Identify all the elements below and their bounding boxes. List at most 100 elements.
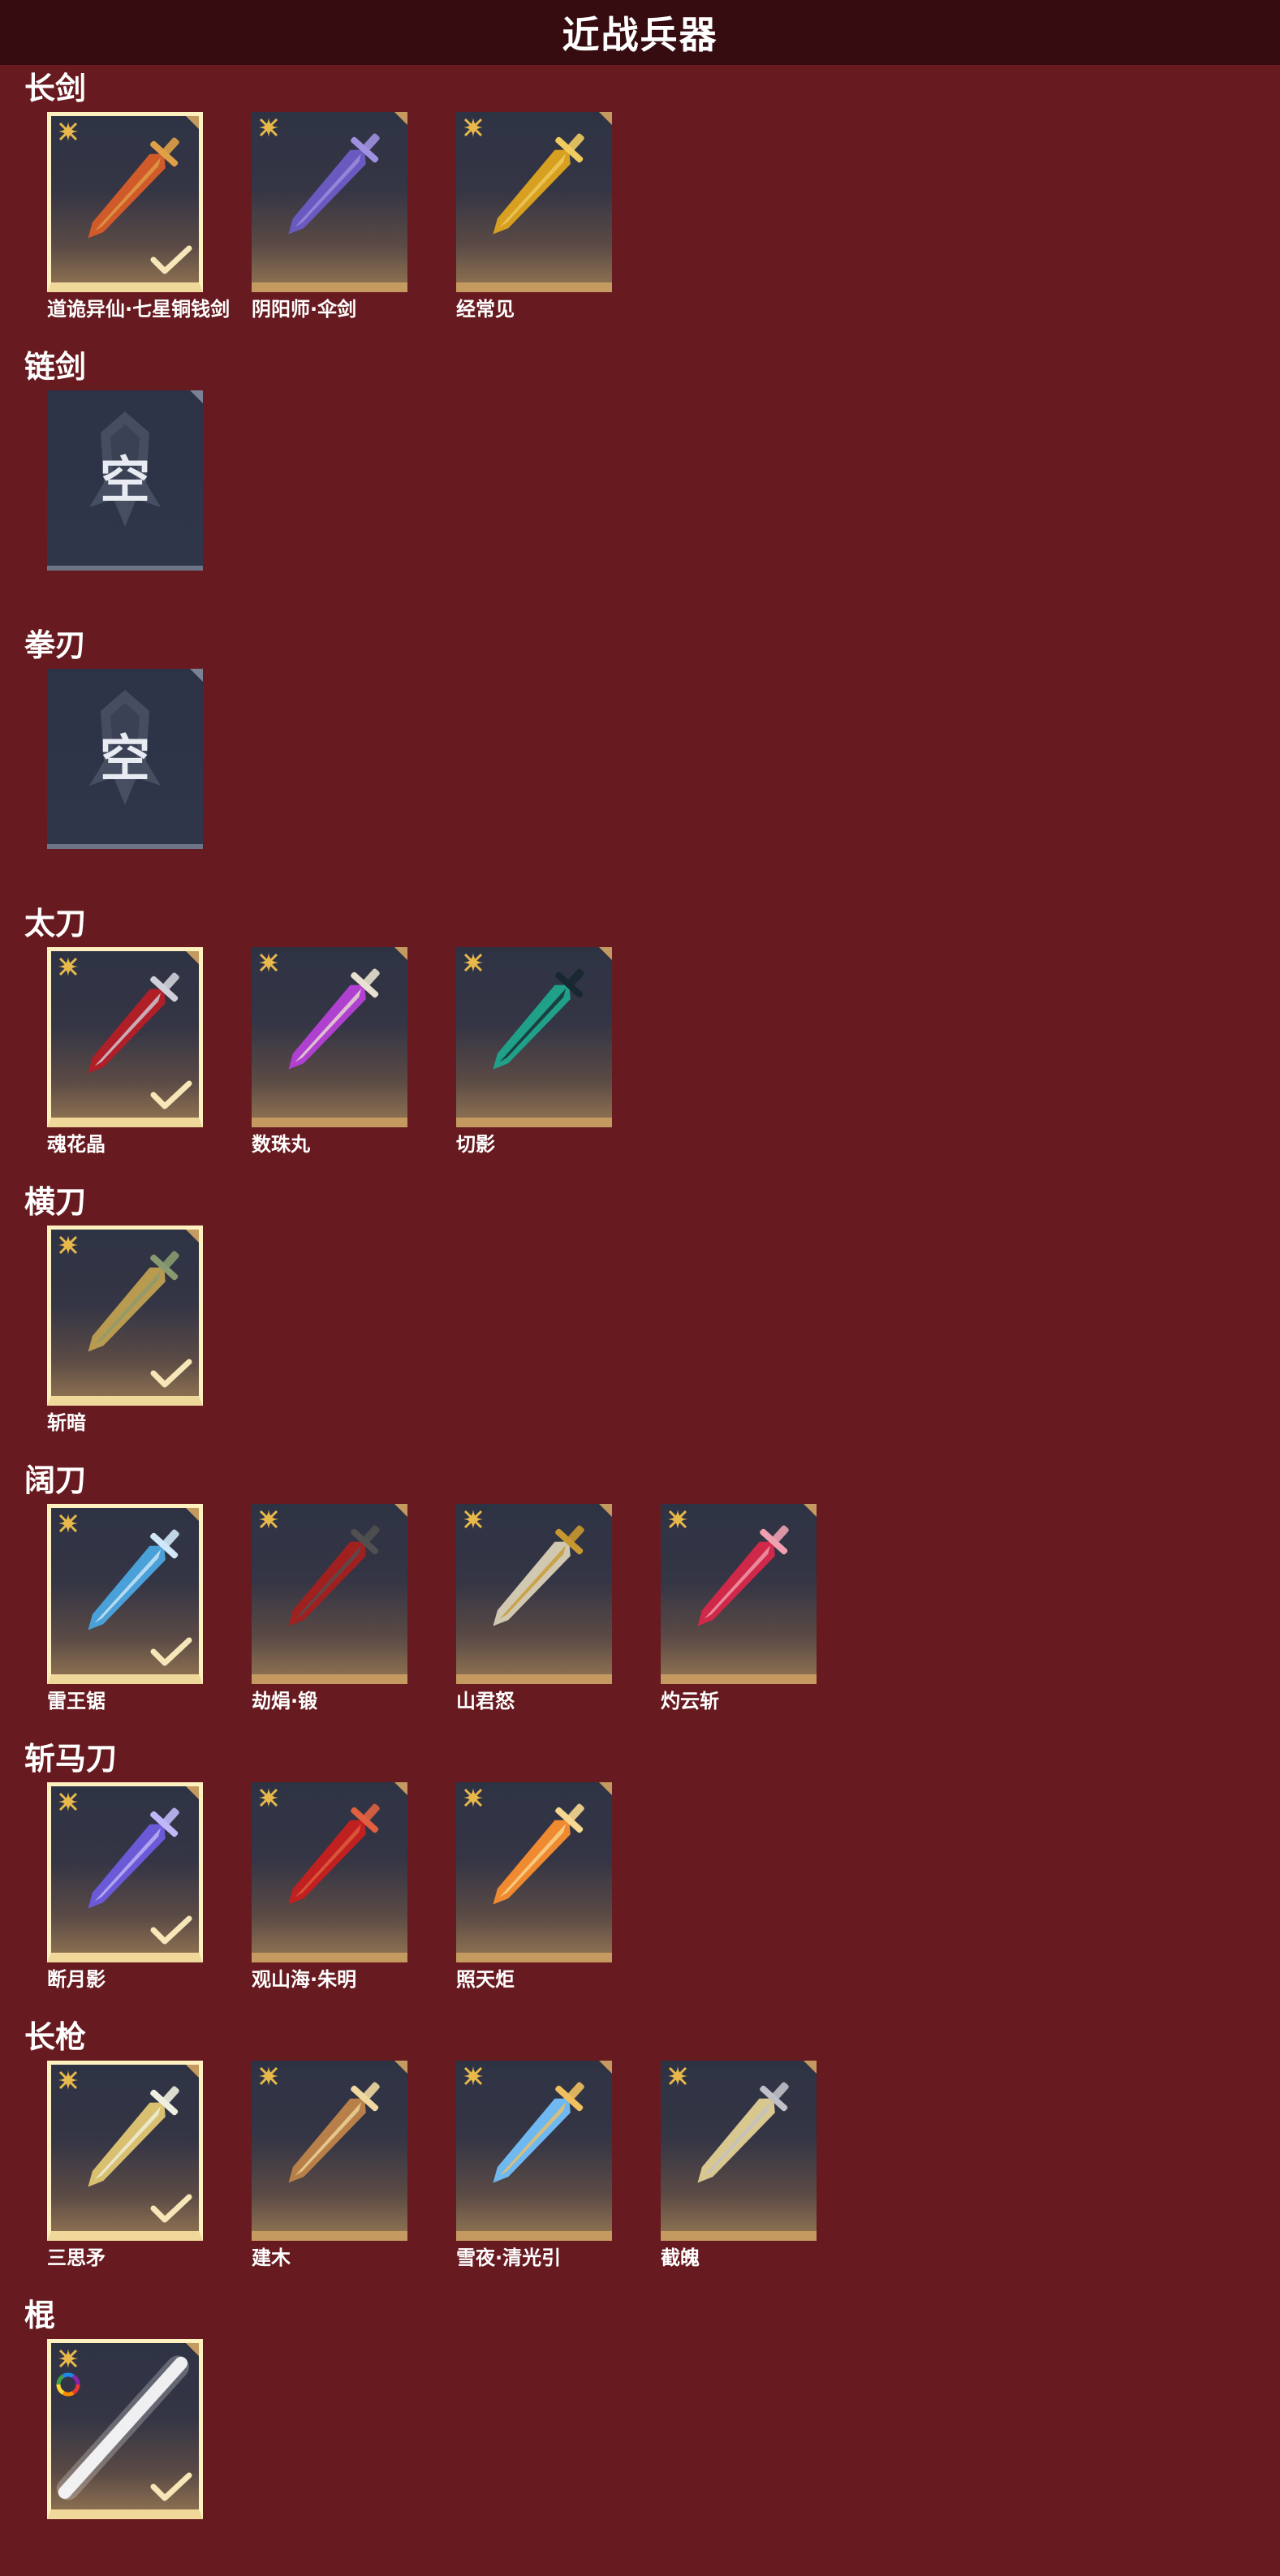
weapon-slot[interactable]: 断月影	[47, 1782, 203, 1992]
weapon-card[interactable]	[252, 2061, 407, 2241]
weapon-name: 斩暗	[47, 1411, 86, 1434]
weapon-card[interactable]	[456, 112, 612, 292]
corner-marker	[186, 1230, 199, 1243]
corner-marker	[599, 947, 612, 960]
weapon-category-section: 斩马刀断月影 观山海·朱明 照天炬	[0, 1740, 1280, 2016]
weapon-card[interactable]	[456, 1782, 612, 1962]
section-title: 链剑	[24, 349, 87, 385]
favorite-star-icon	[668, 2066, 687, 2086]
weapon-card[interactable]	[47, 2339, 203, 2519]
corner-marker	[599, 2061, 612, 2074]
weapon-name: 观山海·朱明	[252, 1968, 357, 1991]
weapon-slot[interactable]: 三思矛	[47, 2061, 203, 2270]
weapon-slot[interactable]: 照天炬	[456, 1782, 612, 1992]
corner-marker	[804, 1504, 817, 1517]
weapon-card[interactable]	[47, 1226, 203, 1406]
favorite-star-icon	[259, 118, 278, 137]
weapon-row: 断月影 观山海·朱明 照天炬	[47, 1782, 612, 1992]
weapon-card[interactable]	[47, 1504, 203, 1684]
weapon-name: 截魄	[661, 2246, 700, 2269]
weapon-card[interactable]	[47, 2061, 203, 2241]
favorite-star-icon	[58, 122, 78, 141]
weapon-row: 雷王锯 劫焆·锻 山君怒 灼云斩	[47, 1504, 817, 1713]
favorite-star-icon	[259, 2066, 278, 2086]
weapon-card[interactable]	[661, 1504, 817, 1684]
section-title: 横刀	[24, 1184, 87, 1220]
equipped-check-icon	[150, 1080, 192, 1109]
weapon-card[interactable]	[47, 1782, 203, 1962]
section-title: 斩马刀	[24, 1741, 118, 1777]
weapon-card[interactable]	[252, 1504, 407, 1684]
weapon-name: 山君怒	[456, 1690, 515, 1712]
corner-marker	[599, 1504, 612, 1517]
section-title: 拳刃	[24, 627, 87, 663]
weapon-slot[interactable]: 截魄	[661, 2061, 817, 2270]
weapon-name: 灼云斩	[661, 1690, 719, 1712]
favorite-star-icon	[463, 1788, 483, 1807]
weapon-slot[interactable]: 观山海·朱明	[252, 1782, 407, 1992]
empty-weapon-slot[interactable]: 空	[47, 669, 203, 849]
weapon-row: 斩暗	[47, 1226, 203, 1435]
weapon-card[interactable]: 空	[47, 390, 203, 571]
weapon-slot[interactable]: 灼云斩	[661, 1504, 817, 1713]
empty-weapon-slot[interactable]: 空	[47, 390, 203, 571]
page-header: 近战兵器	[0, 0, 1280, 65]
weapon-slot[interactable]	[47, 2339, 203, 2524]
weapon-card[interactable]	[252, 1782, 407, 1962]
corner-marker	[186, 1508, 199, 1521]
weapon-slot[interactable]: 劫焆·锻	[252, 1504, 407, 1713]
weapon-card[interactable]: 空	[47, 669, 203, 849]
corner-marker	[394, 947, 407, 960]
corner-marker	[186, 116, 199, 129]
weapon-card[interactable]	[456, 947, 612, 1127]
corner-marker	[186, 2065, 199, 2078]
weapon-card[interactable]	[47, 112, 203, 292]
weapon-name: 断月影	[47, 1968, 106, 1991]
weapon-slot[interactable]: 经常见	[456, 112, 612, 321]
corner-marker	[190, 390, 203, 403]
weapon-category-section: 太刀 魂花晶 数珠丸 切影	[0, 905, 1280, 1181]
empty-slot-label: 空	[99, 450, 150, 510]
weapon-name: 照天炬	[456, 1968, 515, 1991]
weapon-slot[interactable]: 切影	[456, 947, 612, 1157]
weapon-slot[interactable]: 山君怒	[456, 1504, 612, 1713]
corner-marker	[394, 2061, 407, 2074]
equipped-check-icon	[150, 1915, 192, 1945]
weapon-card[interactable]	[47, 947, 203, 1127]
section-title: 棍	[24, 2298, 56, 2333]
weapon-card[interactable]	[456, 2061, 612, 2241]
weapon-card[interactable]	[456, 1504, 612, 1684]
corner-marker	[186, 2343, 199, 2356]
section-title: 长剑	[24, 71, 87, 106]
weapon-name: 数珠丸	[252, 1133, 310, 1156]
weapon-row	[47, 2339, 203, 2524]
weapon-row: 魂花晶 数珠丸 切影	[47, 947, 612, 1157]
equipped-check-icon	[150, 245, 192, 274]
section-title: 阔刀	[24, 1462, 87, 1498]
equipped-check-icon	[150, 2194, 192, 2223]
favorite-star-icon	[668, 1510, 687, 1529]
weapon-card[interactable]	[661, 2061, 817, 2241]
favorite-star-icon	[58, 1792, 78, 1811]
weapon-card[interactable]	[252, 112, 407, 292]
weapon-slot[interactable]: 魂花晶	[47, 947, 203, 1157]
weapon-category-section: 阔刀雷王锯 劫焆·锻 山君怒 灼云斩	[0, 1462, 1280, 1738]
weapon-slot[interactable]: 阴阳师·伞剑	[252, 112, 407, 321]
favorite-star-icon	[463, 2066, 483, 2086]
equipped-check-icon	[150, 2472, 192, 2501]
weapon-slot[interactable]: 建木	[252, 2061, 407, 2270]
favorite-star-icon	[58, 957, 78, 976]
corner-marker	[394, 1782, 407, 1795]
weapon-card[interactable]	[252, 947, 407, 1127]
favorite-star-icon	[259, 1510, 278, 1529]
weapon-slot[interactable]: 斩暗	[47, 1226, 203, 1435]
weapon-slot[interactable]: 数珠丸	[252, 947, 407, 1157]
weapon-row: 三思矛 建木 雪夜·清光引 截魄	[47, 2061, 817, 2270]
favorite-star-icon	[58, 1514, 78, 1533]
corner-marker	[190, 669, 203, 682]
corner-marker	[394, 112, 407, 125]
weapon-slot[interactable]: 道诡异仙·七星铜钱剑	[47, 112, 230, 321]
weapon-slot[interactable]: 雪夜·清光引	[456, 2061, 612, 2270]
weapon-slot[interactable]: 雷王锯	[47, 1504, 203, 1713]
page-title: 近战兵器	[562, 13, 718, 57]
